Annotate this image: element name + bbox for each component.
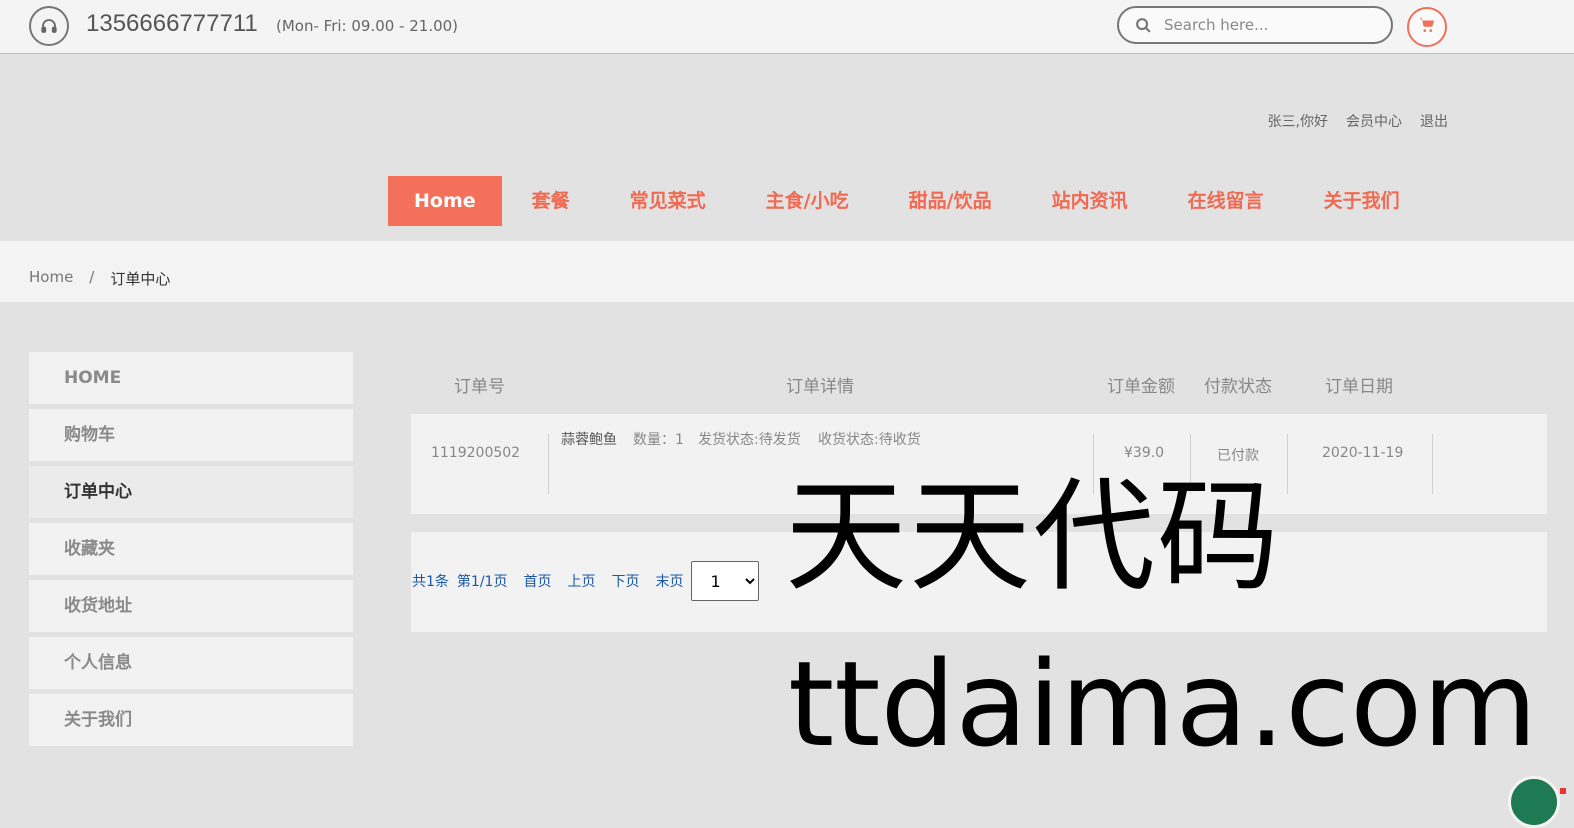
main-nav: Home 套餐 常见菜式 主食/小吃 甜品/饮品 站内资讯 在线留言 关于我们 <box>388 176 1430 226</box>
sidebar: HOME 购物车 订单中心 收藏夹 收货地址 个人信息 关于我们 <box>29 352 353 751</box>
nav-item-home[interactable]: Home <box>388 176 502 226</box>
cart-icon <box>1418 16 1436 38</box>
pagination: 共1条 第1/1页 首页 上页 下页 末页 1 <box>412 561 760 601</box>
notification-dot <box>1560 788 1566 794</box>
search-input[interactable] <box>1162 15 1376 35</box>
sidebar-item-about[interactable]: 关于我们 <box>29 694 353 746</box>
breadcrumb-separator: / <box>89 268 95 286</box>
user-links: 张三,你好 会员中心 退出 <box>1268 111 1448 131</box>
header-order-date: 订单日期 <box>1325 377 1393 397</box>
member-center-link[interactable]: 会员中心 <box>1346 111 1402 131</box>
column-divider <box>1432 434 1433 494</box>
sidebar-item-favorites[interactable]: 收藏夹 <box>29 523 353 575</box>
sidebar-item-profile[interactable]: 个人信息 <box>29 637 353 689</box>
nav-item-staples-snacks[interactable]: 主食/小吃 <box>736 176 879 226</box>
breadcrumb-bar: Home / 订单中心 <box>0 241 1574 302</box>
search-box[interactable] <box>1117 6 1393 44</box>
nav-item-common-dishes[interactable]: 常见菜式 <box>600 176 736 226</box>
pager-first-link[interactable]: 首页 <box>523 571 551 591</box>
phone-number: 1356666777711 <box>86 10 258 37</box>
pager-page-info: 第1/1页 <box>456 574 508 590</box>
order-amount: ¥39.0 <box>1124 445 1165 461</box>
nav-item-set-meals[interactable]: 套餐 <box>502 176 600 226</box>
pager-last-link[interactable]: 末页 <box>655 571 683 591</box>
sidebar-item-addresses[interactable]: 收货地址 <box>29 580 353 632</box>
page-select[interactable]: 1 <box>691 561 760 601</box>
order-date: 2020-11-19 <box>1322 445 1404 461</box>
headset-icon <box>29 6 69 46</box>
order-item-quantity: 数量：1 <box>633 432 684 448</box>
business-hours: (Mon- Fri: 09.00 - 21.00) <box>276 17 459 35</box>
breadcrumb-current: 订单中心 <box>110 270 171 288</box>
cart-button[interactable] <box>1407 7 1447 47</box>
order-number: 1119200502 <box>431 445 521 461</box>
order-item-name: 蒜蓉鲍鱼 <box>561 432 617 448</box>
nav-item-about[interactable]: 关于我们 <box>1294 176 1430 226</box>
header-order-detail: 订单详情 <box>786 377 854 397</box>
nav-item-desserts-drinks[interactable]: 甜品/饮品 <box>879 176 1022 226</box>
header-pay-status: 付款状态 <box>1204 377 1272 397</box>
user-greeting[interactable]: 张三,你好 <box>1268 111 1328 131</box>
pager-prev-link[interactable]: 上页 <box>567 571 595 591</box>
order-pay-status: 已付款 <box>1217 448 1259 464</box>
watermark-text-cn: 天天代码 <box>785 466 1281 608</box>
nav-item-guestbook[interactable]: 在线留言 <box>1158 176 1294 226</box>
sidebar-item-orders[interactable]: 订单中心 <box>29 466 353 518</box>
top-bar: 1356666777711 (Mon- Fri: 09.00 - 21.00) <box>0 0 1574 54</box>
sidebar-item-home[interactable]: HOME <box>29 352 353 404</box>
breadcrumb: Home / 订单中心 <box>29 268 170 289</box>
header-order-amount: 订单金额 <box>1107 377 1175 397</box>
header-order-no: 订单号 <box>454 377 505 397</box>
breadcrumb-home[interactable]: Home <box>29 268 73 289</box>
watermark-text-en: ttdaima.com <box>788 635 1538 773</box>
column-divider <box>1287 434 1288 494</box>
order-ship-status: 发货状态:待发货 <box>698 432 801 448</box>
nav-item-news[interactable]: 站内资讯 <box>1022 176 1158 226</box>
order-table-header: 订单号 订单详情 订单金额 付款状态 订单日期 <box>411 372 1547 397</box>
logout-link[interactable]: 退出 <box>1420 111 1448 131</box>
search-icon[interactable] <box>1135 17 1152 34</box>
pager-total: 共1条 <box>412 574 449 590</box>
floating-service-button[interactable] <box>1508 776 1560 828</box>
sidebar-item-cart[interactable]: 购物车 <box>29 409 353 461</box>
pager-next-link[interactable]: 下页 <box>611 571 639 591</box>
order-receive-status: 收货状态:待收货 <box>818 432 921 448</box>
column-divider <box>548 434 549 494</box>
